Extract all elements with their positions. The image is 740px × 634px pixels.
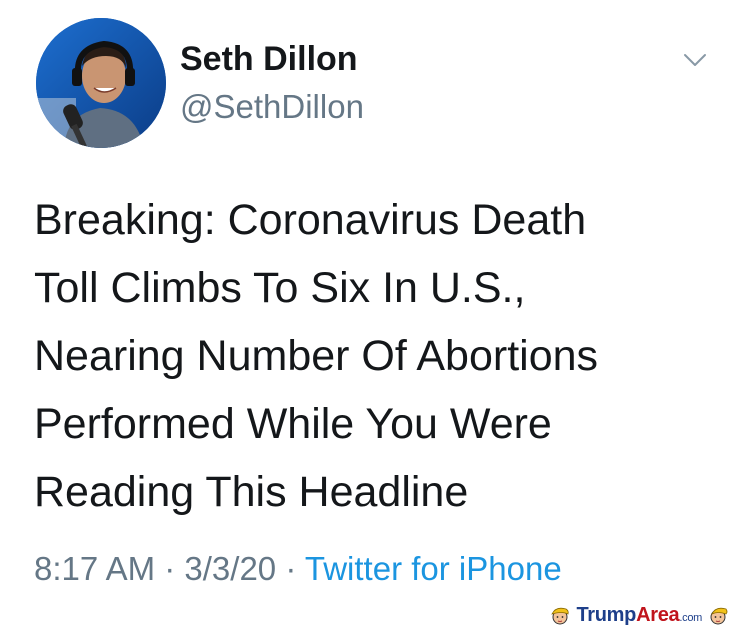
trump-face-icon xyxy=(551,607,570,625)
chevron-down-icon[interactable] xyxy=(683,52,707,68)
author-handle[interactable]: @SethDillon xyxy=(180,88,364,126)
author-avatar[interactable] xyxy=(36,18,166,148)
tweet-text-line: Performed While You Were xyxy=(34,400,552,448)
tweet-meta: 8:17 AM · 3/3/20 · Twitter for iPhone xyxy=(34,550,562,588)
watermark-suffix: .com xyxy=(679,611,702,624)
tweet-source-link[interactable]: Twitter for iPhone xyxy=(305,550,562,587)
watermark-text: TrumpArea.com xyxy=(576,604,702,627)
tweet-text-line: Nearing Number Of Abortions xyxy=(34,332,599,380)
tweet-text-line: Breaking: Coronavirus Death xyxy=(34,196,587,244)
author-name[interactable]: Seth Dillon xyxy=(180,40,358,79)
tweet-text: Breaking: Coronavirus Death Toll Climbs … xyxy=(34,186,724,526)
watermark: TrumpArea.com xyxy=(548,602,730,628)
watermark-brand-1: Trump xyxy=(576,603,637,626)
tweet-text-line: Toll Climbs To Six In U.S., xyxy=(34,264,526,312)
meta-separator: · xyxy=(155,550,185,587)
avatar-image xyxy=(36,18,166,148)
meta-separator: · xyxy=(276,550,305,587)
tweet-date[interactable]: 3/3/20 xyxy=(184,550,276,587)
tweet-text-line: Reading This Headline xyxy=(34,468,469,516)
trump-face-icon xyxy=(710,607,728,625)
tweet-time[interactable]: 8:17 AM xyxy=(34,550,155,587)
watermark-brand-2: Area xyxy=(636,603,680,626)
